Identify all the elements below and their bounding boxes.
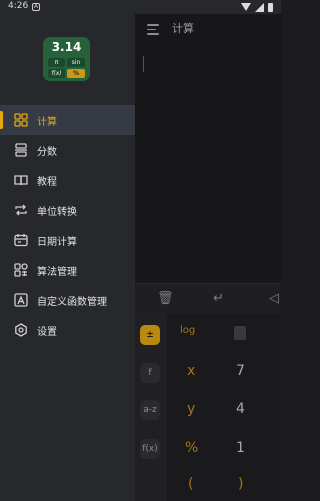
nav-label: 日期计算: [37, 237, 77, 248]
nav-label: 教程: [37, 177, 57, 188]
backspace-icon[interactable]: ◁: [269, 291, 279, 306]
book-icon: [14, 173, 28, 187]
function-column: ± f a-z f(x): [135, 313, 167, 501]
trash-icon[interactable]: 🗑: [157, 291, 174, 306]
grid-icon: [14, 113, 28, 127]
fn-key-f[interactable]: f: [140, 363, 160, 383]
calendar-icon: [14, 233, 28, 247]
active-indicator: [0, 111, 3, 129]
nav-item-calculate[interactable]: 计算: [0, 105, 135, 135]
nav-list: 计算 分数 教程 单位转换 日期计算 算法管理 自定义函数管理 设置: [0, 105, 135, 345]
key-1[interactable]: 1: [236, 440, 245, 456]
nav-item-settings[interactable]: 设置: [0, 315, 135, 345]
keypad: ± f a-z f(x) log x 7 y 4 % 1 ( ): [135, 313, 281, 501]
logo-chip-percent: %: [67, 69, 85, 78]
status-time: 4:26: [8, 1, 29, 11]
convert-icon: [14, 203, 28, 217]
settings-icon: [14, 323, 28, 337]
fraction-icon: [14, 143, 28, 157]
notification-icon: A: [32, 3, 40, 11]
nav-label: 自定义函数管理: [37, 297, 107, 308]
logo-chip-fx: f(x): [48, 69, 65, 78]
nav-item-date-calculation[interactable]: 日期计算: [0, 225, 135, 255]
signal-icon: [255, 2, 264, 12]
key-log[interactable]: log: [180, 325, 195, 336]
navigation-drawer: 3.14 π sin f(x) % 计算 分数 教程 单位转换 日期计算 算法管…: [0, 14, 135, 501]
enter-icon[interactable]: ↵: [213, 291, 224, 306]
status-bar: 4:26 A: [0, 0, 281, 14]
key-x[interactable]: x: [187, 363, 195, 379]
nav-label: 算法管理: [37, 267, 77, 278]
key-close-paren[interactable]: ): [238, 476, 243, 492]
key-7[interactable]: 7: [236, 363, 245, 379]
nav-item-tutorial[interactable]: 教程: [0, 165, 135, 195]
fn-key-az[interactable]: a-z: [140, 400, 160, 420]
nav-item-fraction[interactable]: 分数: [0, 135, 135, 165]
text-cursor: [143, 56, 144, 72]
app-toolbar: 计算: [135, 14, 281, 44]
battery-icon: [268, 2, 273, 12]
custom-function-icon: [14, 293, 28, 307]
wifi-icon: [241, 3, 251, 11]
nav-label: 设置: [37, 327, 57, 338]
fn-key-fx[interactable]: f(x): [140, 439, 160, 459]
nav-item-algorithm-management[interactable]: 算法管理: [0, 255, 135, 285]
operators-icon[interactable]: ±: [140, 325, 160, 345]
nav-label: 计算: [37, 117, 57, 128]
nav-label: 单位转换: [37, 207, 77, 218]
nav-item-custom-function-management[interactable]: 自定义函数管理: [0, 285, 135, 315]
key-4[interactable]: 4: [236, 401, 245, 417]
nav-label: 分数: [37, 147, 57, 158]
key-blank[interactable]: [234, 326, 246, 340]
logo-value: 3.14: [51, 40, 82, 54]
key-open-paren[interactable]: (: [188, 476, 193, 492]
logo-chip-sin: sin: [67, 58, 85, 67]
action-bar: 🗑 ↵ ◁: [135, 283, 281, 313]
algorithm-icon: [14, 263, 28, 277]
app-title: 计算: [172, 22, 194, 35]
menu-icon[interactable]: [147, 24, 159, 35]
app-logo: 3.14 π sin f(x) %: [43, 37, 90, 81]
nav-item-unit-conversion[interactable]: 单位转换: [0, 195, 135, 225]
key-percent[interactable]: %: [185, 440, 198, 456]
key-y[interactable]: y: [187, 401, 195, 417]
logo-chip-pi: π: [48, 58, 65, 67]
